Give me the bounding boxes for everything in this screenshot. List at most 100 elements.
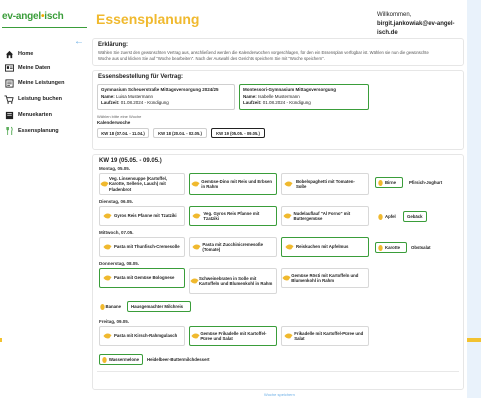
dessert-text: Karotte xyxy=(385,245,401,250)
meal-option[interactable]: Schweinebraten in Soße mit Kartoffeln un… xyxy=(189,268,277,294)
meal-option[interactable]: Frikadelle mit Kartoffel-Püree und Salat xyxy=(281,326,369,346)
meal-option-selected[interactable]: Reiskuchen mit Apfelmus xyxy=(281,237,369,257)
food-icon xyxy=(100,180,109,188)
list-icon xyxy=(4,78,14,88)
contract-name: Isabelle Mustermann xyxy=(258,93,300,99)
dessert-text: Apfel xyxy=(385,214,396,219)
dessert-icon xyxy=(376,179,385,186)
meal-text: Veg. Linsensuppe (Kartoffel, Karotte, Se… xyxy=(109,175,168,192)
day-label: Mittwoch, 07.05. xyxy=(99,230,134,235)
dessert-option[interactable]: Banane xyxy=(99,301,125,312)
food-icon xyxy=(282,212,294,220)
sidebar-item-menuekarten[interactable]: Menuekarten xyxy=(4,109,52,121)
meal-option[interactable]: Gyros Reis Pfanne mit Tzatziki xyxy=(99,206,185,226)
week-button-kw18-b[interactable]: KW 18 (20.04. - 02.05.) xyxy=(153,128,207,138)
meal-text: Gyros Reis Pfanne mit Tzatziki xyxy=(114,213,177,219)
food-icon xyxy=(190,277,199,285)
food-icon xyxy=(100,212,114,220)
meal-option-selected[interactable]: Gemüse-Dino mit Reis und Erbsen in Rahm xyxy=(189,173,277,195)
meal-option-selected[interactable]: Gemüse Frikadelle mit Kartoffel-Püree un… xyxy=(189,326,277,346)
arrow-left-icon[interactable]: ← xyxy=(74,36,84,47)
meal-option-selected[interactable]: Pasta mit Gemüse Bolognese xyxy=(99,268,185,288)
contract-name-label: Name: xyxy=(243,93,257,99)
food-icon xyxy=(100,243,114,251)
sidebar-item-meine-daten[interactable]: Meine Daten xyxy=(4,62,50,74)
food-icon xyxy=(282,180,296,188)
contract-card[interactable]: Gymnasium Scheuerstraße Mittagsversorgun… xyxy=(97,84,235,110)
week-button-kw18-a[interactable]: KW 18 (07.04. - 11.04.) xyxy=(97,128,149,138)
meal-text: Nudelauflauf "Al Forno" mit Buttergemüse xyxy=(293,210,351,222)
meal-option[interactable]: Bobelspaghetti mit Tomaten-Soße xyxy=(281,173,369,195)
dessert-option[interactable]: Pfirsich-Joghurt xyxy=(409,180,442,185)
app-window: ev-angel•isch Essensplanung Willkommen, … xyxy=(2,2,467,398)
meal-option-selected[interactable]: Veg. Gyros Reis Pfanne mit Tzatziki xyxy=(189,206,277,226)
contract-card-selected[interactable]: Montessori-Gymnasium Mittagsversorgung N… xyxy=(239,84,369,110)
save-week-button[interactable]: Woche speichern xyxy=(264,392,295,397)
meal-option[interactable]: Pasta mit Kirsch-Rahmgulasch xyxy=(99,326,185,346)
dessert-option-selected[interactable]: Birne xyxy=(375,177,403,188)
food-icon xyxy=(190,332,200,340)
main-content: Erklärung: Wählen Sie zuerst den gewünsc… xyxy=(92,36,464,398)
food-icon xyxy=(190,212,203,220)
food-icon xyxy=(100,274,114,282)
dessert-option[interactable]: Obstsalat xyxy=(411,245,431,250)
food-icon xyxy=(190,180,201,188)
food-icon xyxy=(282,332,294,340)
dessert-option[interactable]: Apfel xyxy=(375,211,401,222)
book-icon xyxy=(4,110,14,120)
meal-option[interactable]: Veg. Linsensuppe (Kartoffel, Karotte, Se… xyxy=(99,173,185,195)
meal-option[interactable]: Gemüse Rösti mit Kartoffeln und Blumenko… xyxy=(281,268,369,288)
id-card-icon xyxy=(4,63,14,73)
dessert-option-selected[interactable]: Wassermelone xyxy=(99,354,143,365)
food-icon xyxy=(100,332,114,340)
meal-text: Gemüse Frikadelle mit Kartoffel-Püree un… xyxy=(200,330,267,342)
week-button-kw19[interactable]: KW 19 (05.05. - 09.05.) xyxy=(211,128,265,138)
explanation-text: Wählen Sie zuerst den gewünschten Vertra… xyxy=(93,48,463,64)
dessert-text: Wassermelone xyxy=(108,357,139,362)
food-icon xyxy=(282,243,296,251)
meal-option[interactable]: Pasta mit Zucchinicremesoße (Tomate) xyxy=(189,237,277,257)
contract-name-label: Name: xyxy=(101,93,115,99)
kalenderwoche-label: Kalenderwoche xyxy=(97,120,131,125)
meal-text: Veg. Gyros Reis Pfanne mit Tzatziki xyxy=(203,210,260,222)
sidebar-item-meine-leistungen[interactable]: Meine Leistungen xyxy=(4,77,64,89)
home-icon xyxy=(4,49,14,59)
sidebar-item-home[interactable]: Home xyxy=(4,48,33,60)
divider xyxy=(97,371,459,372)
contract-period-row: Laufzeit: 01.08.2024 - Kündigung xyxy=(243,100,365,107)
contract-period: 01.08.2024 - Kündigung xyxy=(262,100,311,105)
order-card: Essensbestellung für Vertrag: Gymnasium … xyxy=(92,70,464,150)
welcome-block: Willkommen, birgit.jankowiak@ev-angel-is… xyxy=(377,11,467,38)
welcome-text: Willkommen, xyxy=(377,12,412,18)
dessert-option-selected[interactable]: Karotte xyxy=(375,242,407,253)
contract-period: 01.08.2024 - Kündigung xyxy=(120,100,169,105)
plan-week-title: KW 19 (05.05. - 09.05.) xyxy=(99,158,162,164)
dessert-option[interactable]: Heidelbeer-Buttermilchdessert xyxy=(147,357,210,362)
day-label: Freitag, 09.05. xyxy=(99,319,130,324)
meal-text: Pasta mit Kirsch-Rahmgulasch xyxy=(114,333,178,339)
logo[interactable]: ev-angel•isch xyxy=(2,11,64,22)
meal-text: Gemüse Rösti mit Kartoffeln und Blumenko… xyxy=(291,272,359,284)
dessert-option-selected[interactable]: Hausgemachter Milchreis xyxy=(127,301,191,312)
day-label: Donnerstag, 08.05. xyxy=(99,261,140,266)
meal-text: Gemüse-Dino mit Reis und Erbsen in Rahm xyxy=(201,178,272,190)
contract-period-label: Laufzeit: xyxy=(243,100,262,105)
contract-period-row: Laufzeit: 01.08.2024 - Kündigung xyxy=(101,100,231,107)
contract-period-label: Laufzeit: xyxy=(101,100,120,105)
cart-icon xyxy=(4,94,14,104)
sidebar-item-leistung-buchen[interactable]: Leistung buchen xyxy=(4,93,62,105)
sidebar-item-essensplanung[interactable]: Essensplanung xyxy=(4,125,59,137)
dessert-option-selected[interactable]: Gebäck xyxy=(403,211,427,222)
dessert-text: Gebäck xyxy=(407,214,423,219)
sidebar-item-label: Home xyxy=(18,51,34,57)
contract-name: Luisa Mustermann xyxy=(116,93,154,99)
sidebar: ← Home Meine Daten Meine Leistungen Leis… xyxy=(2,36,86,398)
meal-option[interactable]: Nudelauflauf "Al Forno" mit Buttergemüse xyxy=(281,206,369,226)
explanation-title: Erklärung: xyxy=(98,42,129,48)
sidebar-item-label: Leistung buchen xyxy=(18,96,62,102)
meal-option[interactable]: Pasta mit Thunfisch-Cremesoße xyxy=(99,237,185,257)
dessert-text: Banane xyxy=(105,304,121,309)
page-title: Essensplanung xyxy=(96,11,200,27)
explanation-line: Woche aus und klicken Sie auf "Woche bea… xyxy=(98,56,325,61)
sidebar-item-label: Meine Daten xyxy=(18,65,51,71)
